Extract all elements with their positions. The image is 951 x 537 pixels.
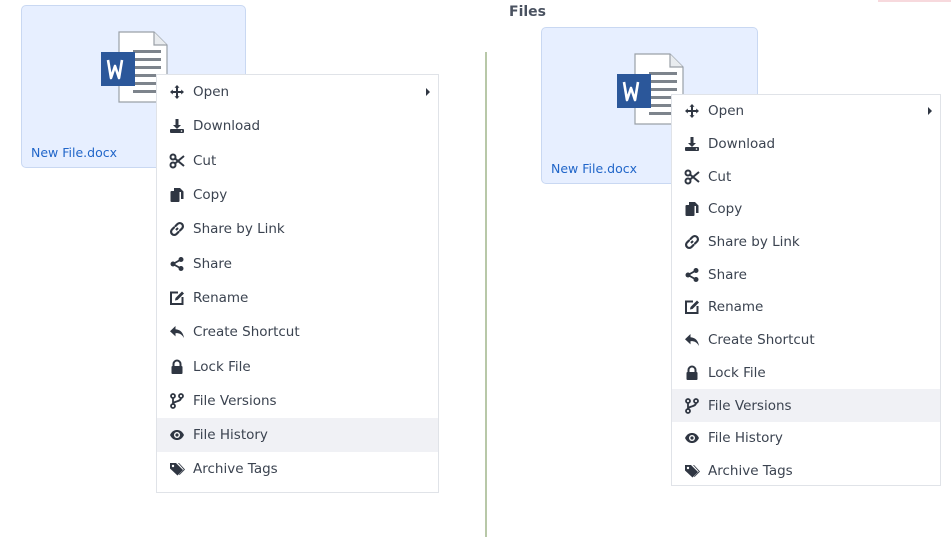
rename-icon xyxy=(684,299,700,315)
menu-item-label: File Versions xyxy=(708,397,792,414)
menu-item-download[interactable]: Download xyxy=(157,109,438,143)
menu-item-label: Cut xyxy=(708,168,732,185)
move-arrows-icon xyxy=(684,103,700,119)
menu-item-label: Share xyxy=(708,266,747,283)
menu-item-archive-tags[interactable]: Archive Tags xyxy=(672,455,940,488)
download-icon xyxy=(684,136,700,152)
menu-item-label: Create Shortcut xyxy=(193,324,300,341)
menu-item-label: File Versions xyxy=(193,392,277,409)
menu-item-open[interactable]: Open xyxy=(157,75,438,109)
menu-item-download[interactable]: Download xyxy=(672,128,940,161)
menu-item-create-shortcut[interactable]: Create Shortcut xyxy=(157,315,438,349)
context-menu: Open Download Cut Copy Share by Link Sha… xyxy=(156,74,439,493)
menu-item-label: Download xyxy=(193,118,261,135)
lock-icon xyxy=(169,359,185,375)
menu-item-label: File History xyxy=(193,427,268,444)
menu-item-file-versions[interactable]: File Versions xyxy=(157,384,438,418)
right-panel: Files New File.docx Open Download Cut Co… xyxy=(495,0,951,537)
menu-item-lock-file[interactable]: Lock File xyxy=(672,357,940,390)
reply-arrow-icon xyxy=(684,332,700,348)
section-title: Files xyxy=(509,4,546,20)
menu-item-label: Share by Link xyxy=(708,234,800,251)
menu-item-label: File History xyxy=(708,430,783,447)
menu-item-label: Open xyxy=(708,103,745,120)
menu-item-copy[interactable]: Copy xyxy=(157,178,438,212)
menu-item-label: Open xyxy=(193,84,230,101)
copy-icon xyxy=(684,201,700,217)
menu-item-cut[interactable]: Cut xyxy=(157,144,438,178)
lock-icon xyxy=(684,365,700,381)
menu-item-lock-file[interactable]: Lock File xyxy=(157,349,438,383)
menu-item-label: Share by Link xyxy=(193,221,285,238)
menu-item-label: Copy xyxy=(708,201,743,218)
link-icon xyxy=(169,221,185,237)
left-panel: New File.docx Open Download Cut Copy Sha… xyxy=(0,0,480,537)
menu-item-file-history[interactable]: File History xyxy=(672,422,940,455)
submenu-arrow-icon xyxy=(928,107,932,116)
menu-item-label: Cut xyxy=(193,152,217,169)
branch-icon xyxy=(169,393,185,409)
menu-item-cut[interactable]: Cut xyxy=(672,160,940,193)
tags-icon xyxy=(684,463,700,479)
menu-item-file-versions[interactable]: File Versions xyxy=(672,389,940,422)
panel-divider xyxy=(485,52,487,537)
menu-item-label: Create Shortcut xyxy=(708,332,815,349)
menu-item-label: Archive Tags xyxy=(708,462,793,479)
menu-item-label: Rename xyxy=(193,289,249,306)
scissors-icon xyxy=(169,153,185,169)
menu-item-label: Archive Tags xyxy=(193,461,278,478)
download-icon xyxy=(169,118,185,134)
menu-item-share[interactable]: Share xyxy=(157,246,438,280)
branch-icon xyxy=(684,398,700,414)
move-arrows-icon xyxy=(169,84,185,100)
menu-item-archive-tags[interactable]: Archive Tags xyxy=(157,452,438,486)
file-name[interactable]: New File.docx xyxy=(551,161,637,176)
menu-item-file-history[interactable]: File History xyxy=(157,417,438,453)
menu-item-rename[interactable]: Rename xyxy=(672,291,940,324)
share-icon xyxy=(684,267,700,283)
link-icon xyxy=(684,234,700,250)
share-icon xyxy=(169,256,185,272)
eye-icon xyxy=(684,430,700,446)
menu-item-share-by-link[interactable]: Share by Link xyxy=(672,226,940,259)
menu-item-share[interactable]: Share xyxy=(672,258,940,291)
menu-item-label: Rename xyxy=(708,299,764,316)
tags-icon xyxy=(169,461,185,477)
menu-item-label: Download xyxy=(708,136,776,153)
context-menu: Open Download Cut Copy Share by Link Sha… xyxy=(671,94,941,486)
menu-item-label: Lock File xyxy=(708,364,766,381)
accent-strip xyxy=(878,0,951,2)
file-name[interactable]: New File.docx xyxy=(31,145,117,160)
reply-arrow-icon xyxy=(169,324,185,340)
scissors-icon xyxy=(684,169,700,185)
menu-item-copy[interactable]: Copy xyxy=(672,193,940,226)
menu-item-rename[interactable]: Rename xyxy=(157,281,438,315)
eye-icon xyxy=(169,427,185,443)
menu-item-share-by-link[interactable]: Share by Link xyxy=(157,212,438,246)
menu-item-label: Share xyxy=(193,255,232,272)
submenu-arrow-icon xyxy=(426,88,430,97)
copy-icon xyxy=(169,187,185,203)
menu-item-label: Copy xyxy=(193,187,228,204)
menu-item-label: Lock File xyxy=(193,358,251,375)
menu-item-open[interactable]: Open xyxy=(672,95,940,128)
menu-item-create-shortcut[interactable]: Create Shortcut xyxy=(672,324,940,357)
rename-icon xyxy=(169,290,185,306)
